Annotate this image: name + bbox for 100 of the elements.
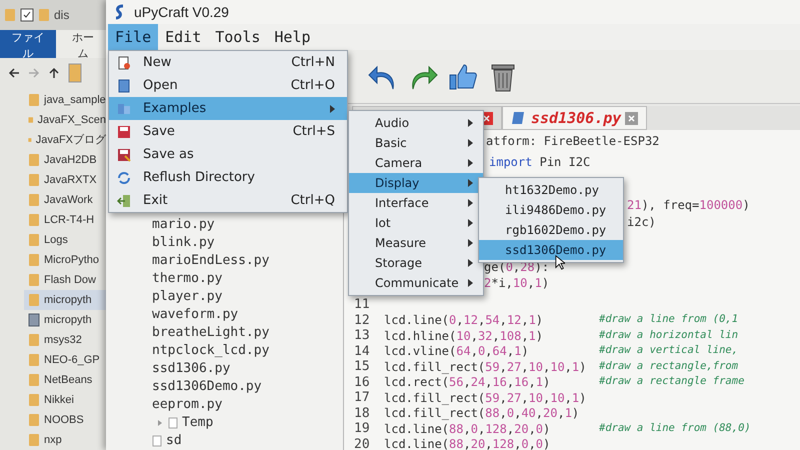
code-line: lcd.vline(64,0,64,1) bbox=[384, 343, 529, 360]
menu-entry[interactable]: Exit Ctrl+Q bbox=[109, 189, 347, 212]
file-tree-item[interactable]: mario.py bbox=[152, 215, 215, 235]
folder-label: Flash Dow bbox=[44, 272, 96, 288]
menu-item[interactable]: Tools bbox=[208, 24, 268, 50]
menu-item[interactable]: Edit bbox=[158, 24, 208, 50]
menu-entry[interactable]: Reflush Directory bbox=[109, 166, 347, 189]
file-tree-item[interactable]: sd bbox=[166, 431, 182, 450]
folder-label: NOOBS bbox=[44, 412, 84, 428]
file-tree-item[interactable]: waveform.py bbox=[152, 305, 238, 325]
forward-arrow-icon bbox=[28, 67, 40, 80]
file-tree-item[interactable]: player.py bbox=[152, 287, 222, 307]
close-icon bbox=[627, 114, 636, 122]
file-tree-item[interactable]: ssd1306.py bbox=[152, 359, 230, 379]
folder-item[interactable]: JavaWork bbox=[24, 190, 106, 210]
code-line: import Pin I2C bbox=[489, 154, 590, 171]
document-icon bbox=[117, 78, 131, 92]
submenu-arrow-icon bbox=[467, 279, 473, 287]
menu-entry[interactable]: Communicate bbox=[349, 273, 483, 293]
menu-entry[interactable]: Camera bbox=[349, 153, 483, 173]
menu-entry[interactable]: Save Ctrl+S bbox=[109, 120, 347, 143]
menu-entry[interactable]: Open Ctrl+O bbox=[109, 74, 347, 97]
folder-label: JavaRXTX bbox=[44, 172, 97, 188]
submenu-arrow-icon bbox=[467, 219, 473, 227]
new-file-icon bbox=[117, 56, 131, 70]
code-line: lcd.fill_rect(88,0,40,20,1) bbox=[384, 405, 580, 422]
folder-label: JavaFX_Scen bbox=[38, 112, 106, 128]
line-number: 15 bbox=[353, 358, 371, 376]
folder-item[interactable]: JavaRXTX bbox=[24, 170, 106, 190]
line-number: 13 bbox=[353, 327, 371, 345]
line-number: 11 bbox=[353, 296, 371, 314]
exit-icon bbox=[117, 194, 131, 208]
menu-entry[interactable]: Audio bbox=[349, 113, 483, 133]
menu-entry[interactable]: Display bbox=[349, 173, 483, 193]
folder-label: MicroPytho bbox=[44, 252, 100, 268]
folder-label: NetBeans bbox=[44, 372, 92, 388]
ribbon-tab[interactable]: ホーム bbox=[60, 30, 106, 58]
code-line: lcd.fill_rect(59,27,10,10,1) bbox=[384, 390, 586, 407]
folder-item[interactable]: JavaH2DB bbox=[24, 150, 106, 170]
file-tree-item[interactable]: blink.py bbox=[152, 233, 215, 253]
folder-item[interactable]: LCR-T4-H bbox=[24, 210, 106, 230]
tab[interactable]: ssd1306.py bbox=[502, 106, 648, 130]
floppy-icon bbox=[117, 124, 131, 138]
file-icon bbox=[28, 313, 40, 327]
code-line: 2*i,10,1) bbox=[484, 275, 550, 292]
code-comment: #draw a rectangle frame bbox=[599, 374, 744, 390]
refresh-icon bbox=[117, 170, 131, 184]
folder-label: Nikkei bbox=[44, 392, 74, 408]
code-line: lcd.line(0,12,54,12,1) bbox=[384, 312, 544, 330]
menu-entry[interactable]: Save as bbox=[109, 143, 347, 166]
file-tree-item[interactable]: eeprom.py bbox=[152, 395, 222, 415]
line-number: 19 bbox=[353, 420, 371, 438]
folder-label: java_sample bbox=[44, 92, 106, 108]
menu-entry[interactable]: Examples bbox=[109, 97, 347, 120]
folder-item[interactable]: JavaFX_Scen bbox=[24, 110, 106, 130]
close-tab-button[interactable] bbox=[625, 112, 638, 124]
code-comment: #draw a line from (88,0) bbox=[599, 420, 751, 436]
menu-entry[interactable]: Basic bbox=[349, 133, 483, 153]
file-tree-item[interactable]: ssd1306Demo.py bbox=[152, 377, 262, 397]
file-tree-item[interactable]: breatheLight.py bbox=[152, 323, 270, 343]
file-tree-item[interactable]: marioEndLess.py bbox=[152, 251, 270, 271]
window-title: uPyCraft V0.29 bbox=[134, 2, 229, 22]
folder-item[interactable]: MicroPytho bbox=[24, 250, 106, 270]
folder-item[interactable]: micropyth bbox=[24, 310, 106, 330]
folder-item[interactable]: java_sample bbox=[24, 90, 106, 110]
menu-entry[interactable]: New Ctrl+N bbox=[109, 51, 347, 74]
file-tree-item[interactable]: ntpclock_lcd.py bbox=[152, 341, 270, 361]
ribbon-tab[interactable]: ファイル bbox=[0, 30, 56, 58]
folder-label: micropyth bbox=[44, 312, 92, 328]
folder-item[interactable]: nxp bbox=[24, 430, 106, 450]
folder-label: JavaFXブログ bbox=[36, 132, 106, 148]
folder-item[interactable]: NOOBS bbox=[24, 410, 106, 430]
folder-item[interactable]: Nikkei bbox=[24, 390, 106, 410]
menu-item[interactable]: File bbox=[108, 24, 158, 50]
folder-item[interactable]: msys32 bbox=[24, 330, 106, 350]
menu-entry[interactable]: rgb1602Demo.py bbox=[479, 220, 623, 240]
code-line: lcd.rect(56,24,16,16,1) bbox=[384, 374, 550, 392]
submenu-arrow-icon bbox=[467, 239, 473, 247]
menu-entry[interactable]: ili9486Demo.py bbox=[479, 200, 623, 220]
code-line: atform: FireBeetle-ESP32 bbox=[486, 133, 660, 150]
line-number: 17 bbox=[353, 389, 371, 407]
folder-label: JavaH2DB bbox=[44, 152, 97, 168]
folder-item[interactable]: Flash Dow bbox=[24, 270, 106, 290]
file-icon bbox=[511, 111, 527, 125]
code-line: lcd.hline(10,32,108,1) bbox=[384, 328, 544, 345]
folder-item[interactable]: JavaFXブログ bbox=[24, 130, 106, 150]
submenu-arrow-icon bbox=[467, 259, 473, 267]
folder-item[interactable]: Logs bbox=[24, 230, 106, 250]
code-comment: #draw a vertical line, bbox=[599, 343, 738, 358]
menu-entry[interactable]: ssd1306Demo.py bbox=[479, 240, 623, 260]
file-tree-item[interactable]: thermo.py bbox=[152, 269, 222, 289]
back-arrow-icon bbox=[8, 67, 20, 80]
folder-item[interactable]: NetBeans bbox=[24, 370, 106, 390]
folder-label: nxp bbox=[44, 432, 62, 448]
window-title: dis bbox=[54, 6, 70, 24]
folder-item[interactable]: NEO-6_GP bbox=[24, 350, 106, 370]
checkbox-icon bbox=[20, 8, 34, 22]
folder-item[interactable]: micropyth bbox=[24, 290, 106, 310]
file-tree-item[interactable]: Temp bbox=[182, 413, 214, 433]
menu-item[interactable]: Help bbox=[267, 24, 318, 50]
